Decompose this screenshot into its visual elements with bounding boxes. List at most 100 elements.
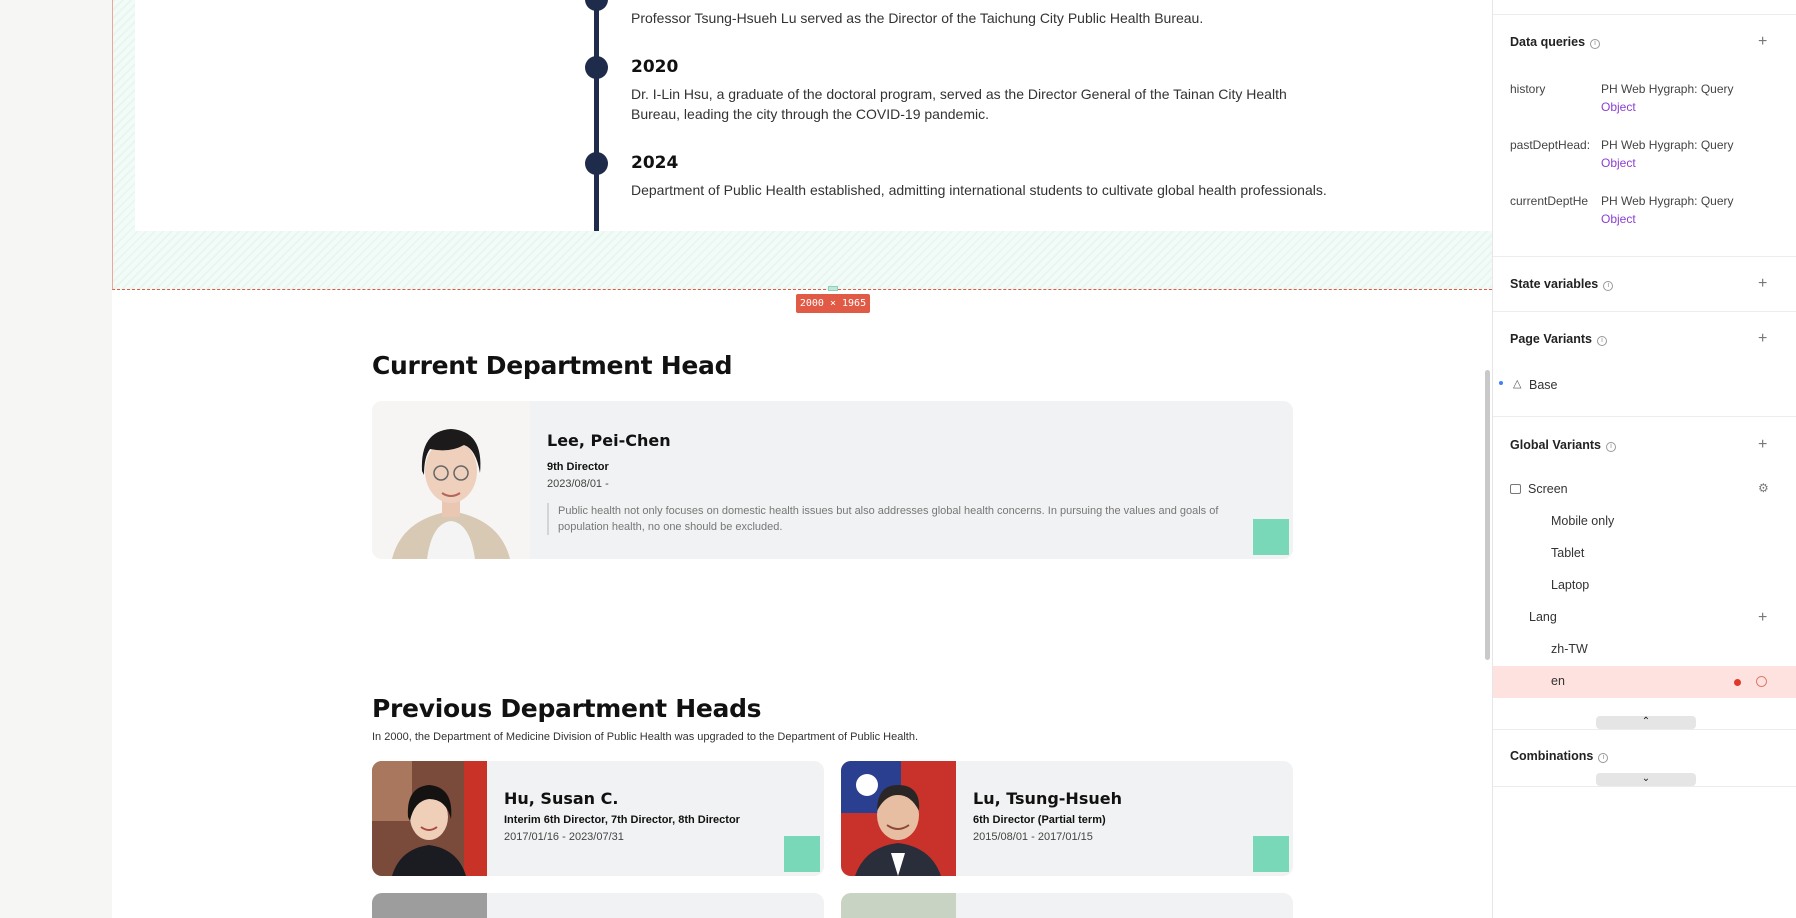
page-variants-header: Page Variants i — [1510, 332, 1607, 346]
design-canvas[interactable]: Professor Tsung-Hsueh Lu served as the D… — [0, 0, 1492, 918]
variant-group-label: Screen — [1528, 482, 1568, 496]
query-key[interactable]: currentDeptHe — [1510, 194, 1602, 208]
timeline-line — [594, 0, 599, 231]
resize-handle[interactable] — [828, 286, 838, 291]
previous-heads-subtitle: In 2000, the Department of Medicine Divi… — [372, 731, 919, 743]
head-name: Lee, Pei-Chen — [547, 431, 671, 450]
timeline-text: Professor Tsung-Hsueh Lu served as the D… — [631, 10, 1204, 26]
previous-head-card[interactable] — [841, 893, 1293, 918]
overlay-marker — [1253, 519, 1289, 555]
previous-head-card[interactable]: Hu, Susan C. Interim 6th Director, 7th D… — [372, 761, 824, 876]
divider — [1493, 786, 1796, 787]
scroll-up-button[interactable]: ⌃ — [1596, 716, 1696, 729]
head-role: Interim 6th Director, 7th Director, 8th … — [504, 814, 740, 826]
combinations-header: Combinations i — [1510, 749, 1609, 763]
combinations-title: Combinations — [1510, 749, 1594, 763]
current-head-card[interactable]: Lee, Pei-Chen 9th Director 2023/08/01 - … — [372, 401, 1293, 559]
gear-icon[interactable]: ⚙ — [1758, 481, 1769, 495]
head-name: Lu, Tsung-Hsueh — [973, 789, 1122, 808]
head-date: 2015/08/01 - 2017/01/15 — [973, 831, 1093, 843]
timeline-year: 2024 — [631, 153, 679, 173]
data-queries-title: Data queries — [1510, 35, 1586, 49]
eye-icon[interactable] — [1756, 676, 1767, 687]
scroll-down-button[interactable]: ⌄ — [1596, 773, 1696, 786]
head-date: 2017/01/16 - 2023/07/31 — [504, 831, 624, 843]
add-global-variant-button[interactable]: + — [1758, 437, 1767, 453]
triangle-icon: △ — [1513, 378, 1522, 390]
info-icon[interactable]: i — [1597, 336, 1607, 346]
canvas-scrollbar[interactable] — [1485, 370, 1490, 660]
variant-option-row[interactable]: zh-TW — [1493, 634, 1796, 666]
add-query-button[interactable]: + — [1758, 34, 1767, 50]
head-name: Hu, Susan C. — [504, 789, 619, 808]
divider — [1493, 416, 1796, 417]
variant-group-lang[interactable]: Lang + — [1493, 602, 1796, 634]
variant-base-row[interactable]: △ Base — [1493, 370, 1796, 402]
head-quote: Public health not only focuses on domest… — [547, 503, 1227, 535]
portrait-photo — [841, 893, 956, 918]
query-type[interactable]: Object — [1601, 212, 1636, 226]
global-variants-title: Global Variants — [1510, 438, 1602, 452]
query-source[interactable]: PH Web Hygraph: Query — [1601, 138, 1734, 152]
previous-head-card[interactable] — [372, 893, 824, 918]
query-type[interactable]: Object — [1601, 100, 1636, 114]
current-head-title: Current Department Head — [372, 351, 733, 380]
add-page-variant-button[interactable]: + — [1758, 331, 1767, 347]
active-dot-icon — [1499, 381, 1503, 385]
add-option-button[interactable]: + — [1758, 609, 1767, 627]
divider — [1493, 256, 1796, 257]
variant-option-label: Mobile only — [1551, 514, 1615, 528]
variant-option-label: Tablet — [1551, 546, 1585, 560]
previous-heads-title: Previous Department Heads — [372, 694, 762, 723]
page-variants-title: Page Variants — [1510, 332, 1592, 346]
variant-option-label: Laptop — [1551, 578, 1590, 592]
head-role: 9th Director — [547, 461, 609, 473]
state-variables-header: State variables i — [1510, 277, 1614, 291]
timeline-dot — [585, 0, 608, 11]
head-date: 2023/08/01 - — [547, 478, 609, 490]
frame-size-badge: 2000 × 1965 — [796, 294, 870, 313]
add-state-variable-button[interactable]: + — [1758, 276, 1767, 292]
portrait-photo — [372, 893, 487, 918]
variant-option-row[interactable]: Tablet — [1493, 538, 1796, 570]
screen-icon — [1510, 484, 1521, 494]
divider — [1493, 311, 1796, 312]
right-panel: Data queries i + history PH Web Hygraph: … — [1492, 0, 1796, 918]
timeline-text: Dr. I-Lin Hsu, a graduate of the doctora… — [631, 86, 1287, 122]
overlay-marker — [1253, 836, 1289, 872]
timeline-year: 2020 — [631, 57, 679, 77]
timeline-dot — [585, 152, 608, 175]
head-role: 6th Director (Partial term) — [973, 814, 1106, 826]
variant-group-screen[interactable]: Screen ⚙ — [1493, 474, 1796, 506]
recording-dot-icon — [1734, 679, 1741, 686]
timeline-text: Department of Public Health established,… — [631, 182, 1327, 198]
portrait-photo — [372, 401, 530, 559]
query-type[interactable]: Object — [1601, 156, 1636, 170]
timeline-section[interactable]: Professor Tsung-Hsueh Lu served as the D… — [135, 0, 1492, 231]
global-variants-header: Global Variants i — [1510, 438, 1617, 452]
query-source[interactable]: PH Web Hygraph: Query — [1601, 194, 1734, 208]
variant-group-label: Lang — [1529, 610, 1557, 624]
previous-head-card[interactable]: Lu, Tsung-Hsueh 6th Director (Partial te… — [841, 761, 1293, 876]
info-icon[interactable]: i — [1590, 39, 1601, 49]
variant-option-label: zh-TW — [1551, 642, 1588, 656]
state-variables-title: State variables — [1510, 277, 1599, 291]
timeline-dot — [585, 56, 608, 79]
info-icon[interactable]: i — [1606, 442, 1617, 452]
divider — [1493, 14, 1796, 15]
variant-option-label: en — [1551, 674, 1565, 688]
query-key[interactable]: history — [1510, 82, 1602, 96]
info-icon[interactable]: i — [1598, 753, 1609, 763]
variant-option-row[interactable]: Laptop — [1493, 570, 1796, 602]
divider — [1493, 729, 1796, 730]
query-key[interactable]: pastDeptHead: — [1510, 138, 1602, 152]
portrait-photo — [372, 761, 487, 876]
overlay-marker — [784, 836, 820, 872]
variant-option-row-active[interactable]: en — [1493, 666, 1796, 698]
variant-label: Base — [1529, 378, 1558, 392]
data-queries-header: Data queries i — [1510, 35, 1601, 49]
info-icon[interactable]: i — [1603, 281, 1614, 291]
query-source[interactable]: PH Web Hygraph: Query — [1601, 82, 1734, 96]
variant-option-row[interactable]: Mobile only — [1493, 506, 1796, 538]
portrait-photo — [841, 761, 956, 876]
